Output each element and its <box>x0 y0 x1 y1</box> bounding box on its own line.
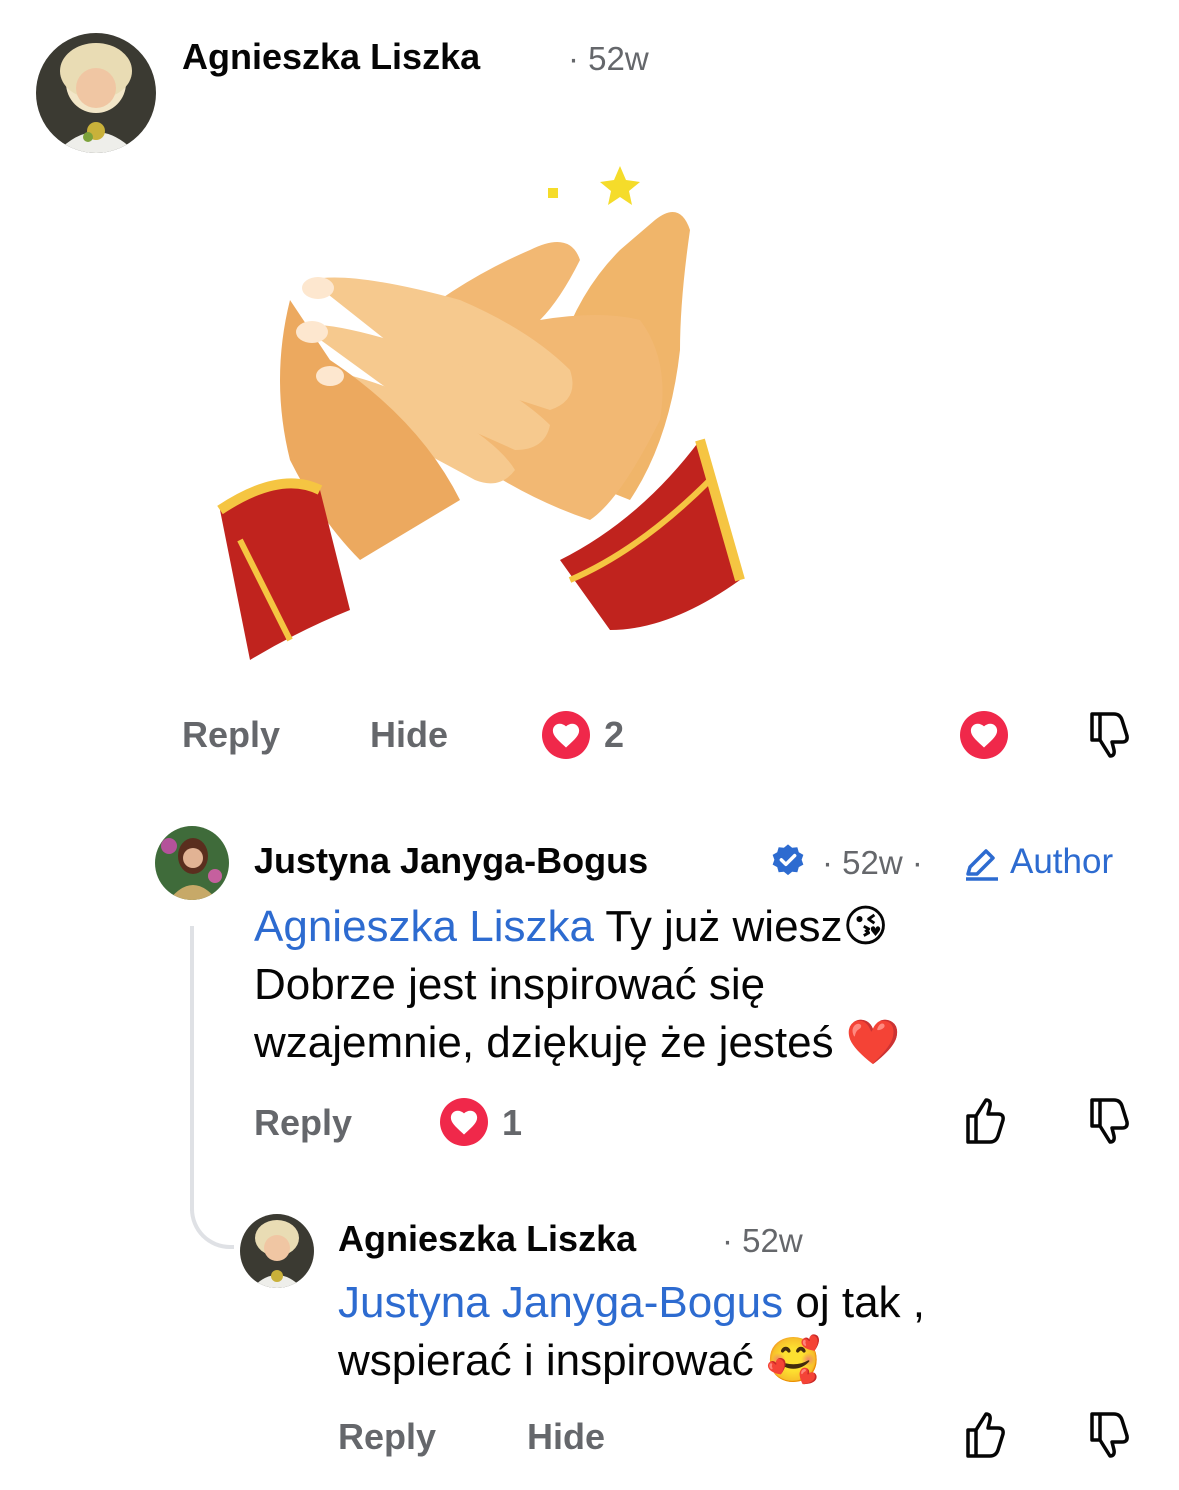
comment-text: Agnieszka Liszka Ty już wiesz😘 Dobrze je… <box>254 898 1154 1072</box>
hide-button[interactable]: Hide <box>370 714 448 756</box>
mention-link[interactable]: Agnieszka Liszka <box>254 902 594 951</box>
reply-button[interactable]: Reply <box>182 714 280 756</box>
heart-reaction-icon[interactable] <box>960 711 1008 759</box>
reaction-count[interactable]: 1 <box>502 1102 522 1144</box>
comment-author-name[interactable]: Agnieszka Liszka <box>182 36 480 78</box>
comment-author-name[interactable]: Agnieszka Liszka <box>338 1218 636 1260</box>
thumbs-up-icon[interactable] <box>960 1410 1008 1460</box>
kiss-emoji: 😘 <box>842 902 889 951</box>
avatar-agnieszka[interactable] <box>240 1214 314 1288</box>
comment-text-line: wzajemnie, dziękuję że jesteś <box>254 1018 846 1067</box>
comment-text-line: Dobrze jest inspirować się <box>254 960 766 1009</box>
clapping-hands-sticker <box>200 160 760 670</box>
comment-timestamp[interactable]: · 52w · <box>822 844 923 882</box>
comment-timestamp[interactable]: · 52w <box>568 40 649 78</box>
comment-author-name[interactable]: Justyna Janyga-Bogus <box>254 840 648 882</box>
heart-reaction-icon[interactable] <box>542 711 590 759</box>
smiling-hearts-emoji: 🥰 <box>765 1336 821 1385</box>
thumbs-down-icon[interactable] <box>1084 1096 1132 1146</box>
thumbs-up-icon[interactable] <box>960 1096 1008 1146</box>
heart-reaction-icon[interactable] <box>440 1098 488 1146</box>
thread-connector-curve <box>190 1205 234 1249</box>
avatar-justyna[interactable] <box>155 826 229 900</box>
author-badge: Author <box>1010 842 1114 881</box>
reaction-count[interactable]: 2 <box>604 714 624 756</box>
mention-link[interactable]: Justyna Janyga-Bogus <box>338 1278 783 1327</box>
pencil-icon <box>962 846 1000 882</box>
comment-timestamp[interactable]: · 52w <box>722 1222 803 1260</box>
avatar-agnieszka[interactable] <box>36 33 156 153</box>
thumbs-down-icon[interactable] <box>1084 710 1132 760</box>
reply-button[interactable]: Reply <box>254 1102 352 1144</box>
verified-badge-icon <box>769 842 807 880</box>
comment-text-line: Ty już wiesz <box>593 902 843 951</box>
thumbs-down-icon[interactable] <box>1084 1410 1132 1460</box>
thread-connector <box>190 926 194 1211</box>
heart-emoji: ❤️ <box>845 1018 901 1067</box>
hide-button[interactable]: Hide <box>527 1416 605 1458</box>
comment-text-line: oj tak , <box>783 1278 925 1327</box>
comment-text: Justyna Janyga-Bogus oj tak , wspierać i… <box>338 1274 1158 1390</box>
comment-text-line: wspierać i inspirować <box>338 1336 766 1385</box>
reply-button[interactable]: Reply <box>338 1416 436 1458</box>
